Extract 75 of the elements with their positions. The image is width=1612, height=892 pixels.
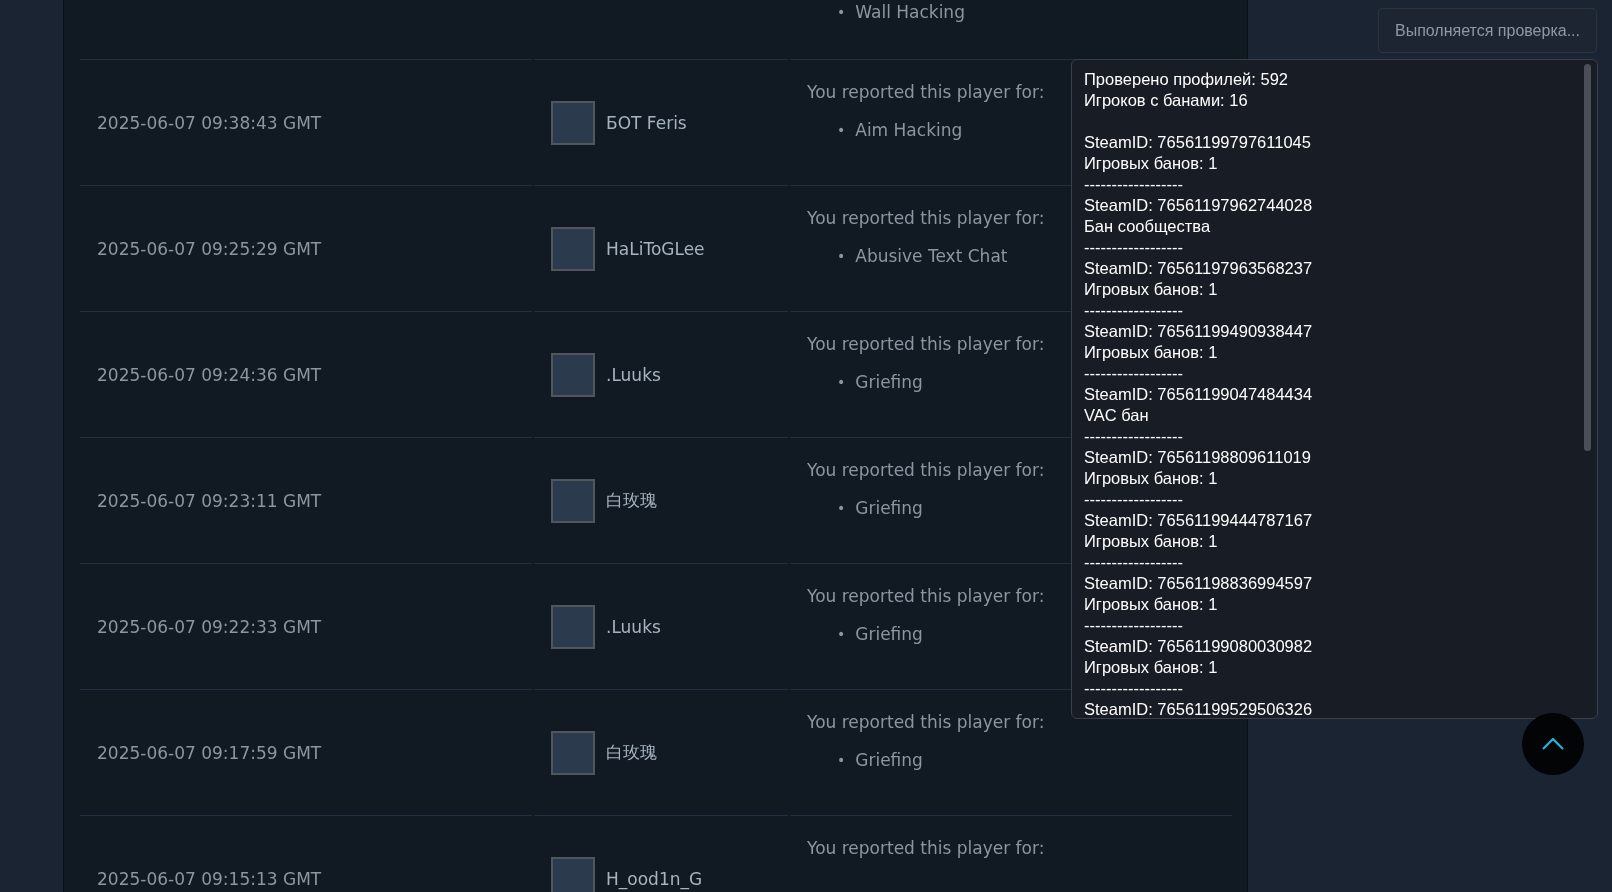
separator-text: ------------------ [1084,489,1183,510]
report-label: You reported this player for: [807,838,1045,858]
separator-text: ------------------ [1084,300,1183,321]
steam-id-text: SteamID: 76561199080030982 [1084,636,1313,657]
player-name[interactable]: .Luuks [606,616,661,637]
report-reason: Griefing [855,371,923,394]
ban-detail-text: Игровых банов: 1 [1084,531,1218,552]
steam-id-text: SteamID: 76561199797611045 [1084,132,1311,153]
report-label: You reported this player for: [807,208,1045,228]
bullet-text: • [837,247,846,266]
avatar-placeholder [551,100,595,145]
ban-detail-text: Игровых банов: 1 [1084,279,1218,300]
report-date: 2025-06-07 09:23:11 GMT [96,490,322,511]
bullet-text: • [837,3,846,22]
player-name[interactable]: 白玫瑰 [606,741,657,764]
separator-text: ------------------ [1084,678,1183,699]
separator-text: ------------------ [1084,363,1183,384]
separator-text: ------------------ [1084,615,1183,636]
steam-id-text: SteamID: 76561199529506326 [1084,699,1313,718]
report-reason: Abusive Text Chat [855,245,1008,268]
summary-text: Проверено профилей: 592 [1084,69,1288,90]
player-name[interactable]: HaLiToGLee [606,238,705,259]
avatar-placeholder [551,352,595,397]
bullet-text: • [837,499,846,518]
avatar-placeholder [551,478,595,523]
report-date: 2025-06-07 09:15:13 GMT [96,868,322,889]
player-name[interactable]: 白玫瑰 [606,489,657,512]
steam-id-text: SteamID: 76561199444787167 [1084,510,1313,531]
player-name[interactable]: H_ood1n_G [606,868,703,889]
steam-id-text: SteamID: 76561198836994597 [1084,573,1313,594]
bullet-text: • [837,121,846,140]
steam-id-text: SteamID: 76561198809611019 [1084,447,1311,468]
ban-detail-text: Игровых банов: 1 [1084,342,1218,363]
scrollbar-thumb[interactable] [1584,64,1591,451]
player-name[interactable]: .Luuks [606,364,661,385]
report-reason: Wall Hacking [855,1,965,24]
separator-text: ------------------ [1084,237,1183,258]
player-name[interactable]: БОТ Feris [606,112,687,133]
avatar-placeholder [551,730,595,775]
ban-detail-text: Игровых банов: 1 [1084,594,1218,615]
separator-text: ------------------ [1084,552,1183,573]
report-label: You reported this player for: [807,460,1045,480]
bullet-text: • [837,625,846,644]
ban-detail-text: VAC бан [1084,405,1149,426]
avatar-placeholder [551,604,595,649]
report-date: 2025-06-07 09:25:29 GMT [96,238,322,259]
report-reason: Aim Hacking [855,119,963,142]
report-date: 2025-06-07 09:17:59 GMT [96,742,322,763]
avatar-placeholder [551,856,595,892]
ban-detail-text: Игровых банов: 1 [1084,153,1218,174]
ban-detail-text: Игровых банов: 1 [1084,468,1218,489]
report-date: 2025-06-07 09:38:43 GMT [96,112,322,133]
ban-detail-text: Игровых банов: 1 [1084,657,1218,678]
steam-id-text: SteamID: 76561197963568237 [1084,258,1313,279]
avatar-placeholder [551,226,595,271]
report-date: 2025-06-07 09:24:36 GMT [96,364,322,385]
steam-id-text: SteamID: 76561199047484434 [1084,384,1313,405]
steam-id-text: SteamID: 76561197962744028 [1084,195,1313,216]
bullet-text: • [837,373,846,392]
status-button[interactable]: Выполняется проверка... [1378,8,1597,53]
report-label: You reported this player for: [807,712,1045,732]
report-reason: Griefing [855,497,923,520]
report-label: You reported this player for: [807,334,1045,354]
ban-detail-text: Бан сообщества [1084,216,1211,237]
report-date: 2025-06-07 09:22:33 GMT [96,616,322,637]
summary-text: Игроков с банами: 16 [1084,90,1248,111]
report-label: You reported this player for: [807,82,1045,102]
report-label: You reported this player for: [807,586,1045,606]
report-reason: Griefing [855,623,923,646]
bullet-text: • [837,751,846,770]
report-reason: Griefing [855,749,923,772]
separator-text: ------------------ [1084,174,1183,195]
chevron-up-icon [1542,738,1564,750]
separator-text: ------------------ [1084,426,1183,447]
steam-id-text: SteamID: 76561199490938447 [1084,321,1313,342]
